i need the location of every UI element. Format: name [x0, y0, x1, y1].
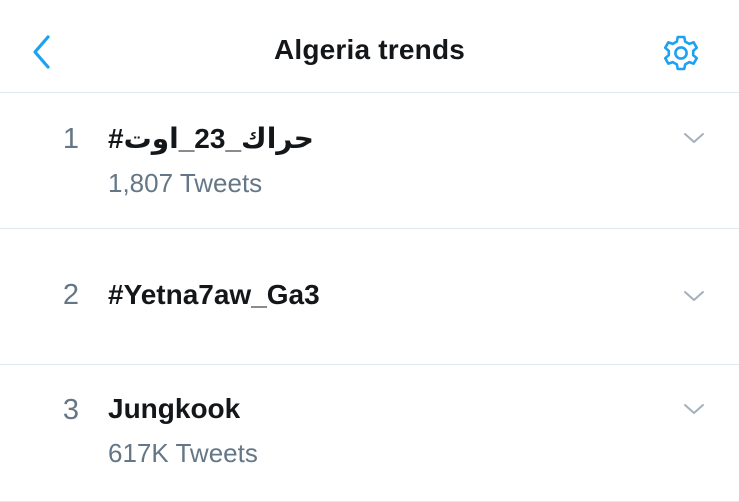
header-bar: Algeria trends — [0, 0, 739, 93]
chevron-down-icon[interactable] — [682, 402, 706, 416]
trend-tweet-count: 1,807 Tweets — [108, 168, 263, 198]
gear-icon[interactable] — [661, 33, 701, 73]
trend-rank: 3 — [62, 394, 80, 426]
chevron-down-icon[interactable] — [682, 131, 706, 145]
trend-item-2[interactable]: 2 #Yetna7aw_Ga3 — [0, 229, 739, 365]
trend-rank: 1 — [62, 123, 80, 155]
chevron-down-icon[interactable] — [682, 289, 706, 303]
trend-name: Jungkook — [108, 393, 241, 424]
trend-name: #حراك_23_اوت — [108, 123, 314, 154]
page-title: Algeria trends — [273, 34, 466, 65]
trend-item-1[interactable]: 1 #حراك_23_اوت 1,807 Tweets — [0, 93, 739, 229]
trend-tweet-count: 617K Tweets — [108, 438, 258, 468]
trend-item-3[interactable]: 3 Jungkook 617K Tweets — [0, 365, 739, 502]
trends-screen: Algeria trends 1 #حراك_23_اوت 1,807 Twee… — [0, 0, 739, 502]
trend-rank: 2 — [62, 279, 80, 311]
trend-name: #Yetna7aw_Ga3 — [108, 279, 320, 310]
